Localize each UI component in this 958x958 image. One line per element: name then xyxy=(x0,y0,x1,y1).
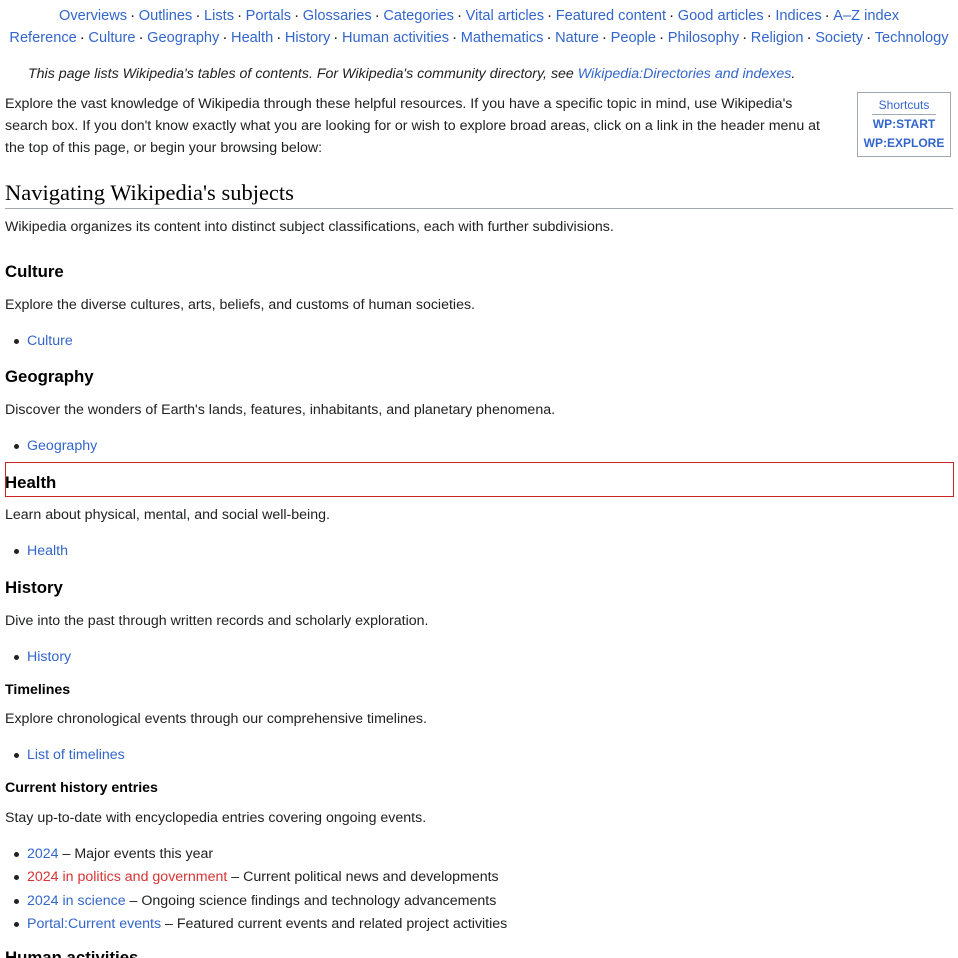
nav-separator: · xyxy=(547,33,552,45)
geography-description: Discover the wonders of Earth's lands, f… xyxy=(5,402,556,418)
portal-current-events-link[interactable]: Portal:Current events xyxy=(27,916,161,932)
nav-separator: · xyxy=(277,33,281,45)
nav-separator: · xyxy=(131,11,135,23)
geography-link[interactable]: Geography xyxy=(27,438,97,454)
list-item-text: – Featured current events and related pr… xyxy=(161,916,508,932)
health-description: Learn about physical, mental, and social… xyxy=(5,507,330,523)
nav-link-philosophy[interactable]: Philosophy xyxy=(668,30,739,46)
culture-description: Explore the diverse cultures, arts, beli… xyxy=(5,297,475,313)
nav-link-technology[interactable]: Technology xyxy=(875,30,949,46)
nav-separator: · xyxy=(457,11,462,23)
shortcuts-title-link[interactable]: Shortcuts xyxy=(872,98,936,115)
list-item: List of timelines xyxy=(14,745,125,765)
nav-link-history[interactable]: History xyxy=(285,30,330,46)
hatnote: This page lists Wikipedia's tables of co… xyxy=(28,64,795,84)
nav-separator: · xyxy=(602,33,607,45)
nav-link-people[interactable]: People xyxy=(611,30,656,46)
history-description: Dive into the past through written recor… xyxy=(5,613,429,629)
list-item-text: – Major events this year xyxy=(58,846,214,862)
hatnote-end: . xyxy=(791,66,796,82)
nav-separator: · xyxy=(295,11,299,23)
list-item: 2024 – Major events this year xyxy=(13,844,214,864)
nav-link-reference[interactable]: Reference xyxy=(9,30,76,46)
nav-separator: · xyxy=(223,33,228,45)
science-2024-link[interactable]: 2024 in science xyxy=(27,893,126,909)
nav-separator: · xyxy=(767,11,772,23)
list-item: 2024 in politics and government – Curren… xyxy=(14,867,499,887)
nav-link-outlines[interactable]: Outlines xyxy=(139,8,193,24)
nav-link-portals[interactable]: Portals xyxy=(246,8,291,24)
health-heading: Health xyxy=(5,473,57,492)
nav-link-mathematics[interactable]: Mathematics xyxy=(461,30,544,46)
culture-heading: Culture xyxy=(5,262,64,281)
nav-link-nature[interactable]: Nature xyxy=(555,30,599,46)
health-link[interactable]: Health xyxy=(27,543,68,559)
nav-separator: · xyxy=(807,33,812,45)
intro-paragraph: Explore the vast knowledge of Wikipedia … xyxy=(5,96,820,156)
nav-separator: · xyxy=(743,33,747,45)
current-history-heading: Current history entries xyxy=(5,780,158,796)
nav-separator: · xyxy=(196,11,200,23)
nav-separator: · xyxy=(548,11,552,23)
nav-separator: · xyxy=(867,33,871,45)
politics-2024-redlink[interactable]: 2024 in politics and government xyxy=(27,869,227,885)
nav-link-good-articles[interactable]: Good articles xyxy=(678,8,764,24)
section-description: Wikipedia organizes its content into dis… xyxy=(5,219,614,235)
nav-link-a-z-index[interactable]: A–Z index xyxy=(833,8,899,24)
nav-link-health[interactable]: Health xyxy=(231,30,273,46)
history-heading: History xyxy=(5,578,63,597)
list-of-timelines-link[interactable]: List of timelines xyxy=(27,747,125,763)
nav-separator: · xyxy=(660,33,664,45)
nav-link-society[interactable]: Society xyxy=(815,30,863,46)
nav-row-subjects: Reference · Culture · Geography · Health · Histo… xyxy=(0,28,958,49)
list-item-text: – Ongoing science findings and technolog… xyxy=(125,893,497,909)
list-item: History xyxy=(13,647,71,667)
nav-separator: · xyxy=(238,11,242,23)
nav-separator: · xyxy=(375,11,380,23)
directories-link[interactable]: Wikipedia:Directories and indexes xyxy=(578,66,792,82)
list-item: Portal:Current events – Featured current… xyxy=(13,914,508,934)
nav-link-lists[interactable]: Lists xyxy=(204,8,234,24)
nav-link-religion[interactable]: Religion xyxy=(751,30,804,46)
nav-separator: · xyxy=(670,11,674,23)
nav-link-glossaries[interactable]: Glossaries xyxy=(303,8,372,24)
list-item: 2024 in science – Ongoing science findin… xyxy=(13,891,497,911)
nav-link-categories[interactable]: Categories xyxy=(383,8,454,24)
section-heading: Navigating Wikipedia's subjects xyxy=(5,178,953,209)
culture-link[interactable]: Culture xyxy=(27,333,73,349)
nav-link-culture[interactable]: Culture xyxy=(88,30,135,46)
nav-row-overviews: Overviews · Outlines · Lists · Portals · Glossar… xyxy=(0,6,958,27)
nav-link-indices[interactable]: Indices xyxy=(775,8,821,24)
nav-link-featured-content[interactable]: Featured content xyxy=(556,8,666,24)
shortcut-wp-explore[interactable]: WP:EXPLORE xyxy=(858,134,950,153)
history-link[interactable]: History xyxy=(27,649,71,665)
timelines-heading: Timelines xyxy=(5,682,71,698)
nav-link-geography[interactable]: Geography xyxy=(147,30,219,46)
list-item: Health xyxy=(13,541,68,561)
list-item: Culture xyxy=(14,331,73,351)
geography-heading: Geography xyxy=(5,367,94,386)
nav-separator: · xyxy=(80,33,85,45)
nav-separator: · xyxy=(139,33,144,45)
list-item-text: – Current political news and development… xyxy=(227,869,499,885)
nav-link-overviews[interactable]: Overviews xyxy=(59,8,127,24)
shortcuts-box: Shortcuts WP:START WP:EXPLORE xyxy=(857,92,951,157)
current-history-description: Stay up-to-date with encyclopedia entrie… xyxy=(5,810,427,826)
hatnote-text: This page lists Wikipedia's tables of co… xyxy=(28,66,574,82)
nav-separator: · xyxy=(453,33,457,45)
human-activities-heading: Human activities xyxy=(5,948,139,958)
timelines-description: Explore chronological events through our… xyxy=(5,711,427,727)
nav-link-human-activities[interactable]: Human activities xyxy=(342,30,449,46)
nav-link-vital-articles[interactable]: Vital articles xyxy=(466,8,544,24)
nav-separator: · xyxy=(825,11,830,23)
year-2024-link[interactable]: 2024 xyxy=(27,846,59,862)
nav-separator: · xyxy=(334,33,338,45)
shortcut-wp-start[interactable]: WP:START xyxy=(858,115,950,134)
list-item: Geography xyxy=(13,436,97,456)
health-heading-highlight xyxy=(5,462,954,497)
